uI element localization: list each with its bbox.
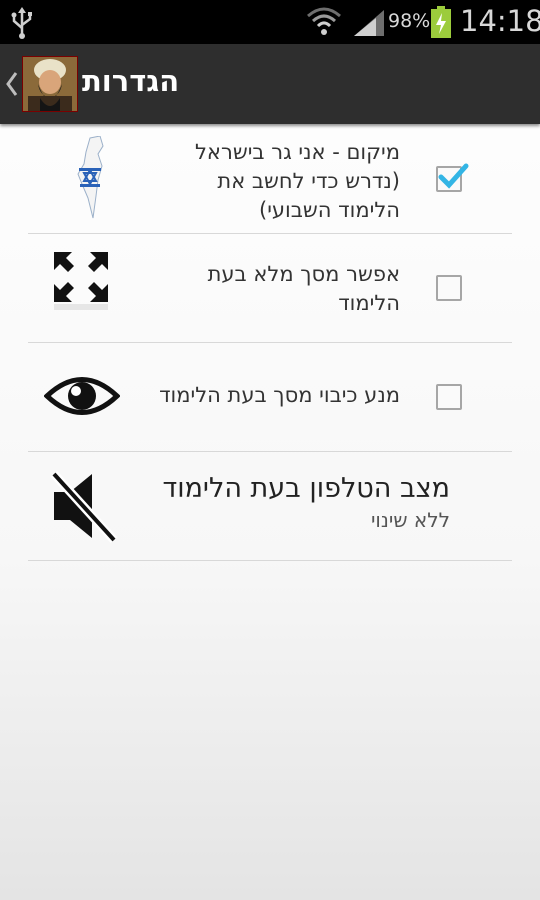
setting-label-line: אפשר מסך מלא בעת (207, 262, 400, 286)
location-checkbox[interactable] (436, 163, 469, 192)
setting-row-phone-mode[interactable]: מצב הטלפון בעת הלימוד ללא שינוי (28, 452, 512, 561)
check-icon (438, 163, 469, 189)
setting-title: מצב הטלפון בעת הלימוד (162, 473, 451, 504)
setting-label: מנע כיבוי מסך בעת הלימוד (159, 381, 400, 410)
usb-icon (8, 6, 36, 44)
israel-map-icon (76, 135, 110, 224)
clock: 14:18 (460, 4, 540, 38)
setting-summary: ללא שינוי (370, 508, 450, 532)
setting-label-line: הלימוד (338, 291, 400, 315)
app-avatar[interactable] (22, 56, 78, 112)
setting-row-location[interactable]: מיקום - אני גר בישראל (נדרש כדי לחשב את … (28, 124, 512, 234)
setting-label: מיקום - אני גר בישראל (נדרש כדי לחשב את … (195, 138, 400, 225)
chevron-left-icon[interactable] (4, 70, 20, 102)
eye-icon (43, 373, 121, 423)
action-bar: הגדרות (0, 44, 540, 124)
fullscreen-checkbox[interactable] (436, 275, 462, 301)
setting-label-line: מיקום - אני גר בישראל (195, 140, 400, 164)
setting-label-line: הלימוד השבועי) (259, 198, 400, 222)
fullscreen-icon (52, 250, 110, 314)
setting-row-keep-screen-on[interactable]: מנע כיבוי מסך בעת הלימוד (28, 343, 512, 452)
keep-screen-on-checkbox[interactable] (436, 384, 462, 410)
setting-label-line: מנע כיבוי מסך בעת הלימוד (159, 383, 400, 407)
setting-label-line: (נדרש כדי לחשב את (217, 169, 400, 193)
page-title: הגדרות (82, 64, 180, 98)
wifi-icon (306, 6, 342, 42)
status-bar: 98% 14:18 (0, 0, 540, 44)
battery-percent: 98% (388, 10, 431, 32)
signal-icon (352, 8, 386, 42)
speaker-muted-icon (48, 468, 120, 548)
setting-label: אפשר מסך מלא בעת הלימוד (208, 260, 400, 318)
setting-row-fullscreen[interactable]: אפשר מסך מלא בעת הלימוד (28, 234, 512, 343)
battery-charging-icon (429, 5, 453, 43)
setting-text-block: מצב הטלפון בעת הלימוד ללא שינוי (163, 472, 451, 534)
